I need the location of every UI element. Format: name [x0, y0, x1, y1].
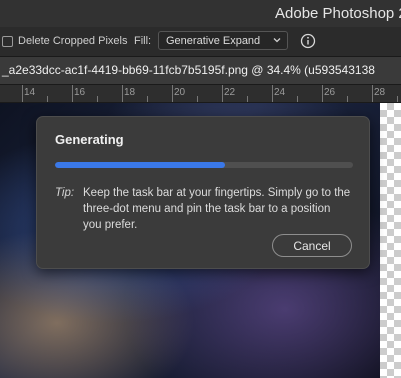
ruler-tick [372, 85, 373, 102]
ruler-label: 18 [124, 87, 136, 98]
ruler-tick [22, 85, 23, 102]
document-tab-title: _a2e33dcc-ac1f-4419-bb69-11fcb7b5195f.pn… [2, 63, 375, 77]
fill-select[interactable]: Generative Expand [158, 31, 288, 50]
ruler-tick [222, 85, 223, 102]
generating-dialog: Generating Tip: Keep the task bar at you… [36, 116, 370, 269]
dialog-heading: Generating [55, 132, 124, 147]
ruler-label: 22 [224, 87, 236, 98]
tip-text: Keep the task bar at your fingertips. Si… [83, 187, 351, 231]
ruler-tick [147, 96, 148, 102]
ruler-tick [297, 96, 298, 102]
ruler-label: 28 [374, 87, 386, 98]
fill-select-value: Generative Expand [166, 35, 261, 47]
chevron-down-icon [273, 38, 281, 43]
info-icon[interactable] [300, 33, 316, 49]
ruler-tick [172, 85, 173, 102]
ruler-label: 14 [24, 87, 36, 98]
progress-bar-fill [55, 162, 225, 168]
ruler-label: 20 [174, 87, 186, 98]
horizontal-ruler: 14 16 18 20 22 24 26 28 [0, 85, 401, 103]
ruler-tick [97, 96, 98, 102]
cancel-button[interactable]: Cancel [272, 234, 352, 257]
ruler-tick [272, 85, 273, 102]
transparent-area[interactable] [380, 103, 401, 378]
ruler-tick [397, 96, 398, 102]
document-tab[interactable]: _a2e33dcc-ac1f-4419-bb69-11fcb7b5195f.pn… [0, 57, 401, 85]
progress-bar [55, 162, 353, 168]
delete-cropped-pixels-checkbox[interactable] [2, 36, 13, 47]
ruler-tick [322, 85, 323, 102]
ruler-tick [347, 96, 348, 102]
options-bar: Delete Cropped Pixels Fill: Generative E… [0, 27, 401, 57]
ruler-tick [72, 85, 73, 102]
ruler-tick [197, 96, 198, 102]
ruler-tick [247, 96, 248, 102]
ruler-label: 16 [74, 87, 86, 98]
tip-label: Tip: [55, 187, 75, 199]
delete-cropped-pixels-label: Delete Cropped Pixels [18, 35, 128, 47]
ruler-tick [122, 85, 123, 102]
ruler-tick [47, 96, 48, 102]
title-bar: Adobe Photoshop 20 [0, 0, 401, 27]
ruler-label: 26 [324, 87, 336, 98]
app-title: Adobe Photoshop 20 [275, 5, 401, 22]
fill-label: Fill: [134, 35, 152, 47]
ruler-label: 24 [274, 87, 286, 98]
